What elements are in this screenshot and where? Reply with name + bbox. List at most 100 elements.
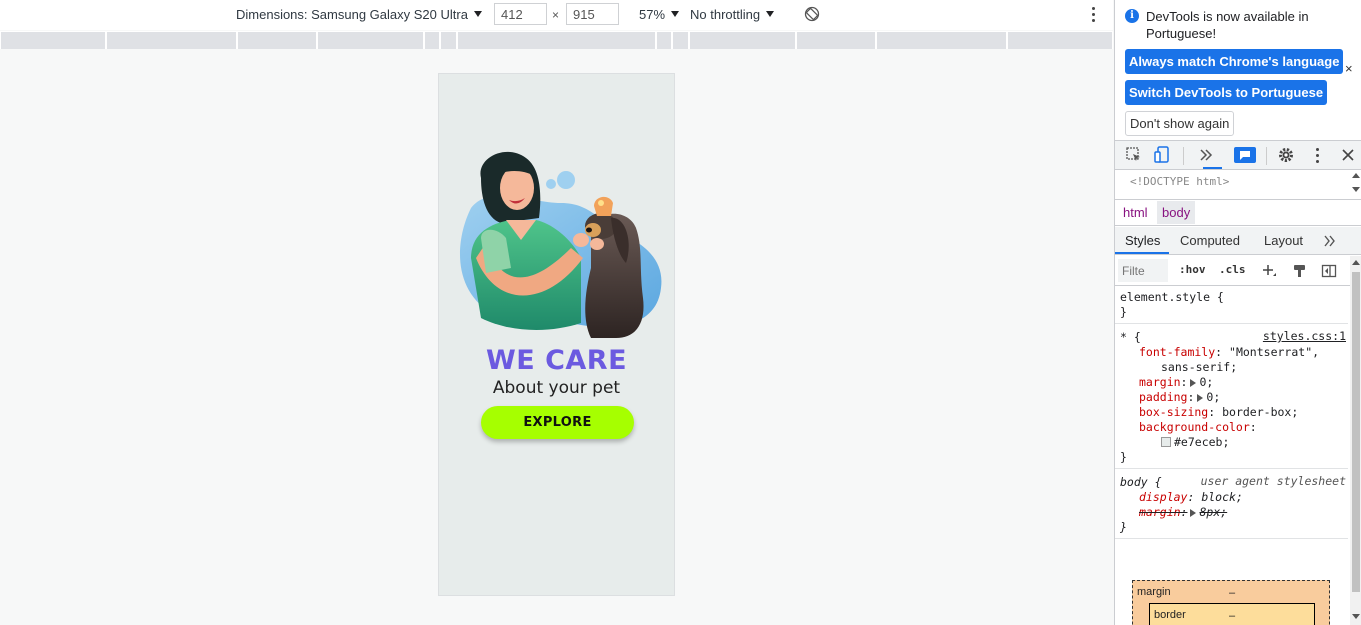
styles-filter-bar: :hov .cls [1115, 256, 1361, 286]
box-model-margin-label: margin [1137, 586, 1171, 598]
more-tabs-icon[interactable] [1323, 234, 1337, 248]
throttling-label: No throttling [690, 7, 761, 22]
cls-toggle[interactable]: .cls [1219, 263, 1246, 276]
toolbar-separator [1266, 147, 1267, 165]
media-query-segment[interactable] [425, 32, 439, 49]
devtools-panel: i DevTools is now available in Portugues… [1114, 0, 1361, 625]
language-infobar: i DevTools is now available in Portugues… [1115, 0, 1361, 140]
throttling-dropdown[interactable]: No throttling [690, 7, 775, 22]
height-input[interactable]: 915 [566, 3, 619, 25]
box-model-margin-value[interactable]: – [1229, 587, 1235, 599]
box-model-border-label: border [1154, 609, 1186, 621]
media-query-segment[interactable] [673, 32, 688, 49]
rule-source-label: user agent stylesheet [1200, 474, 1346, 488]
rule-source-link[interactable]: styles.css:1 [1263, 329, 1346, 344]
media-query-segment[interactable] [238, 32, 316, 49]
media-query-segment[interactable] [1008, 32, 1112, 49]
style-property: display: block; [1139, 490, 1243, 504]
media-query-segment[interactable] [877, 32, 1006, 49]
box-model-border-value[interactable]: – [1229, 610, 1235, 622]
media-query-segment[interactable] [690, 32, 795, 49]
chevron-down-icon [473, 11, 482, 17]
scroll-down-icon[interactable] [1352, 614, 1360, 619]
media-query-segment[interactable] [107, 32, 236, 49]
device-toggle-icon[interactable] [1153, 146, 1171, 164]
width-input[interactable]: 412 [494, 3, 547, 25]
elements-tree: <!DOCTYPE html> [1115, 171, 1361, 199]
toolbar-separator [1183, 147, 1184, 165]
breadcrumb: html body [1115, 199, 1361, 226]
color-format-icon[interactable] [1292, 263, 1308, 279]
always-match-language-button[interactable]: Always match Chrome's language [1125, 49, 1344, 74]
media-query-segment[interactable] [1, 32, 105, 49]
vet-dog-illustration [459, 151, 662, 338]
more-tabs-icon[interactable] [1197, 146, 1215, 164]
infobar-message: DevTools is now available in Portuguese! [1146, 9, 1309, 41]
color-swatch-icon[interactable] [1161, 437, 1171, 447]
rule-close: } [1120, 520, 1127, 534]
style-property: padding: 0; [1139, 390, 1221, 404]
style-property: font-family: "Montserrat", [1139, 345, 1320, 359]
gear-icon[interactable] [1277, 146, 1295, 164]
more-options-icon[interactable] [1088, 7, 1098, 23]
media-query-segment[interactable] [657, 32, 671, 49]
box-model-border: border – [1149, 603, 1315, 625]
zoom-label: 57% [639, 7, 666, 22]
issues-icon[interactable] [1233, 146, 1257, 164]
dimensions-label: Dimensions: Samsung Galaxy S20 Ultra [236, 7, 468, 22]
rule-close: } [1120, 305, 1127, 319]
element-style-rule[interactable]: element.style { } [1115, 287, 1348, 324]
zoom-dropdown[interactable]: 57% [639, 7, 680, 22]
close-icon[interactable]: × [1345, 61, 1353, 76]
style-property-continued: #e7eceb; [1120, 435, 1343, 450]
inspect-element-icon[interactable] [1125, 146, 1143, 164]
media-query-bar [0, 31, 1113, 49]
toggle-sidebar-icon[interactable] [1321, 263, 1337, 279]
tab-styles[interactable]: Styles [1125, 233, 1160, 248]
style-property-continued: sans-serif; [1161, 360, 1238, 374]
media-query-segment[interactable] [318, 32, 423, 49]
scrollbar-thumb[interactable] [1352, 272, 1360, 592]
tab-computed[interactable]: Computed [1180, 233, 1240, 248]
active-subtab-indicator [1115, 252, 1169, 254]
add-rule-icon[interactable] [1261, 263, 1277, 279]
rule-close: } [1120, 450, 1127, 464]
hero-subline: About your pet [492, 378, 621, 398]
box-model-diagram: margin – border – [1132, 580, 1330, 625]
chevron-down-icon [766, 11, 775, 17]
rotate-icon[interactable] [804, 6, 820, 22]
hov-toggle[interactable]: :hov [1179, 263, 1206, 276]
styles-scrollbar[interactable] [1350, 256, 1361, 625]
style-property-overridden: margin: 8px; [1139, 505, 1228, 519]
tab-layout[interactable]: Layout [1264, 233, 1303, 248]
dimensions-dropdown[interactable]: Dimensions: Samsung Galaxy S20 Ultra [236, 7, 482, 22]
times-symbol: × [552, 8, 560, 22]
device-viewport: WE CARE About your pet EXPLORE [438, 73, 675, 596]
media-query-segment[interactable] [797, 32, 875, 49]
devtools-toolbar [1115, 140, 1361, 170]
expand-triangle-icon[interactable] [1190, 509, 1197, 517]
chevron-down-icon [671, 11, 680, 17]
active-tab-indicator [1203, 167, 1222, 169]
filter-input[interactable] [1118, 259, 1168, 282]
style-property: background-color: [1139, 420, 1257, 434]
scroll-down-icon[interactable] [1352, 187, 1360, 192]
scroll-up-icon[interactable] [1352, 173, 1360, 178]
media-query-segment[interactable] [441, 32, 456, 49]
scroll-up-icon[interactable] [1352, 260, 1360, 265]
switch-to-portuguese-button[interactable]: Switch DevTools to Portuguese [1125, 80, 1328, 105]
doctype-node[interactable]: <!DOCTYPE html> [1130, 175, 1229, 188]
devtools-menu-icon[interactable] [1312, 148, 1322, 164]
dont-show-again-button[interactable]: Don't show again [1125, 111, 1235, 136]
breadcrumb-body[interactable]: body [1157, 201, 1196, 224]
breadcrumb-html[interactable]: html [1119, 205, 1152, 220]
close-devtools-icon[interactable] [1340, 146, 1356, 164]
body-ua-rule: body { user agent stylesheet display: bl… [1115, 469, 1348, 539]
universal-rule[interactable]: * { styles.css:1 font-family: "Montserra… [1115, 324, 1348, 469]
media-query-segment[interactable] [458, 32, 655, 49]
expand-triangle-icon[interactable] [1190, 379, 1197, 387]
rule-selector: element.style { [1120, 290, 1224, 304]
explore-button[interactable]: EXPLORE [481, 406, 634, 439]
hero-headline: WE CARE [485, 345, 628, 376]
expand-triangle-icon[interactable] [1197, 394, 1204, 402]
